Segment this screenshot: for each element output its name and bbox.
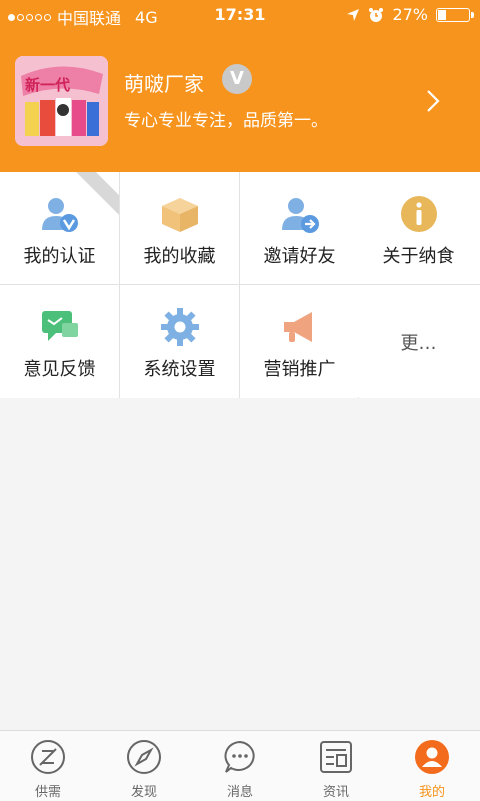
invite-user-icon — [282, 198, 319, 233]
alarm-clock-icon — [369, 7, 384, 22]
verified-badge-icon: V — [222, 64, 252, 94]
news-icon — [320, 741, 352, 773]
avatar-image — [15, 56, 108, 146]
profile-icon — [415, 740, 449, 774]
box-icon — [162, 198, 198, 232]
status-bar: 中国联通 4G 17:31 27% — [0, 0, 480, 30]
location-arrow-icon — [347, 8, 360, 21]
message-icon — [224, 740, 255, 773]
compass-icon — [127, 740, 161, 774]
more-label: 更… — [400, 333, 437, 354]
profile-name: 萌啵厂家 — [124, 72, 204, 96]
megaphone-icon — [284, 312, 312, 342]
menu-item-label: 邀请好友 — [263, 246, 336, 267]
menu-item-more[interactable]: 更… — [359, 285, 478, 397]
tab-discover[interactable]: 发现 — [96, 731, 192, 801]
info-icon — [401, 196, 437, 232]
menu-item-label: 关于纳食 — [382, 246, 455, 267]
tab-label: 发现 — [130, 785, 157, 800]
menu-item-settings[interactable]: 系统设置 — [120, 285, 239, 397]
battery-fill — [438, 9, 446, 20]
menu-item-certification[interactable]: 我的认证 — [0, 172, 119, 284]
tab-label: 供需 — [34, 785, 61, 800]
menu-grid: 我的认证 我的收藏 邀请好友 关于纳食 意见反馈 系统设置 营销推广 更… — [0, 172, 480, 398]
chat-feedback-icon — [42, 311, 78, 341]
status-right: 27% — [346, 5, 474, 24]
menu-item-about[interactable]: 关于纳食 — [359, 172, 478, 284]
tab-label: 消息 — [226, 785, 253, 800]
menu-item-favorites[interactable]: 我的收藏 — [120, 172, 239, 284]
chevron-right-icon[interactable] — [424, 88, 442, 114]
tab-messages[interactable]: 消息 — [192, 731, 288, 801]
menu-item-invite-friends[interactable]: 邀请好友 — [240, 172, 359, 284]
gear-icon — [161, 308, 199, 346]
menu-item-feedback[interactable]: 意见反馈 — [0, 285, 119, 397]
battery-percent: 27% — [392, 5, 428, 24]
tab-supply-demand[interactable]: 供需 — [0, 731, 96, 801]
avatar-caption: 新一代 — [25, 76, 71, 94]
profile-slogan: 专心专业专注，品质第一。 — [124, 111, 328, 131]
tab-label: 我的 — [418, 785, 445, 800]
user-verify-icon — [42, 198, 78, 232]
menu-item-label: 我的认证 — [23, 246, 96, 267]
tab-mine[interactable]: 我的 — [384, 731, 480, 801]
battery-icon — [436, 7, 474, 22]
bottom-tab-bar: 供需 发现 消息 资讯 我的 — [0, 730, 480, 801]
supply-demand-icon — [31, 740, 65, 774]
menu-item-label: 系统设置 — [143, 359, 216, 380]
menu-item-label: 营销推广 — [263, 359, 336, 380]
avatar[interactable]: 新一代 — [15, 56, 108, 146]
tab-news[interactable]: 资讯 — [288, 731, 384, 801]
menu-item-marketing[interactable]: 营销推广 — [240, 285, 359, 397]
profile-header[interactable]: 新一代 萌啵厂家 V 专心专业专注，品质第一。 — [0, 30, 480, 172]
menu-item-label: 意见反馈 — [23, 359, 96, 380]
tab-label: 资讯 — [322, 785, 349, 800]
menu-item-label: 我的收藏 — [143, 246, 216, 267]
